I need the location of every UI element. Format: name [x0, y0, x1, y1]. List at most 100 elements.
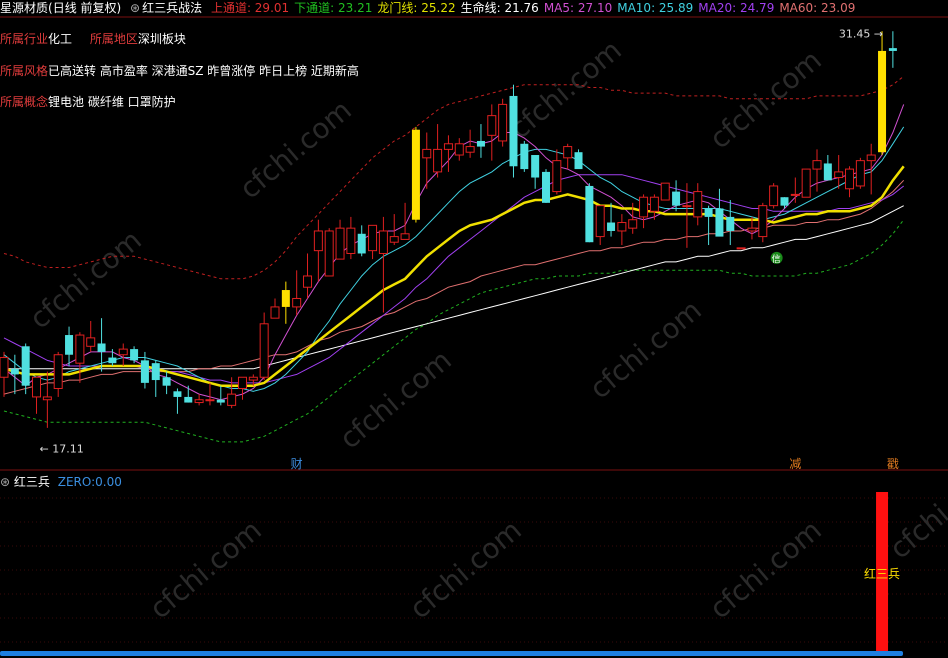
candle[interactable]	[639, 196, 649, 218]
candle[interactable]	[357, 233, 366, 254]
candle[interactable]	[585, 185, 594, 243]
candle[interactable]	[574, 152, 583, 170]
candle[interactable]	[563, 146, 573, 159]
candle[interactable]	[335, 227, 345, 260]
candle[interactable]	[520, 143, 529, 170]
candle[interactable]	[443, 143, 453, 150]
candle[interactable]	[75, 334, 85, 364]
candle[interactable]	[0, 357, 9, 378]
candle[interactable]	[10, 368, 19, 375]
strategy-toggle-icon[interactable]: ⊛	[130, 1, 140, 15]
candle[interactable]	[130, 349, 139, 361]
candle[interactable]	[823, 163, 832, 181]
candle[interactable]	[682, 205, 692, 208]
candle[interactable]	[531, 155, 540, 178]
style-value[interactable]: 已高送转 高市盈率 深港通SZ 昨曾涨停 昨日上榜 近期新高	[48, 64, 359, 78]
signal-candle[interactable]	[411, 129, 420, 220]
candle[interactable]	[628, 219, 638, 229]
candle[interactable]	[97, 343, 106, 352]
indicator-name[interactable]: 红三兵	[14, 475, 50, 489]
candle[interactable]	[780, 197, 789, 206]
candle[interactable]	[498, 103, 508, 142]
candle[interactable]	[42, 396, 52, 401]
candle[interactable]	[378, 230, 388, 254]
candle[interactable]	[672, 191, 681, 206]
candle[interactable]	[151, 363, 160, 381]
region-value[interactable]: 深圳板块	[138, 32, 186, 46]
candle[interactable]	[237, 376, 247, 389]
candle[interactable]	[140, 360, 149, 383]
candle[interactable]	[736, 247, 746, 250]
candle[interactable]	[184, 396, 193, 403]
candle[interactable]	[747, 227, 757, 232]
watermark-text: cfchi.com	[703, 513, 828, 625]
candle[interactable]	[812, 160, 822, 170]
jian-tag[interactable]: 减	[789, 457, 801, 471]
signal-candle[interactable]	[878, 50, 887, 153]
candle[interactable]	[248, 376, 258, 381]
candle[interactable]	[769, 185, 779, 207]
candle[interactable]	[649, 196, 659, 212]
candle[interactable]	[866, 154, 876, 162]
candle[interactable]	[726, 216, 735, 231]
candle[interactable]	[303, 275, 313, 288]
candle[interactable]	[227, 393, 237, 406]
cai-tag[interactable]: 财	[291, 457, 303, 471]
style-key: 所属风格	[0, 64, 49, 78]
candle[interactable]	[801, 168, 811, 198]
candle[interactable]	[216, 399, 225, 403]
candle[interactable]	[108, 357, 117, 364]
candle[interactable]	[715, 208, 724, 237]
candle[interactable]	[313, 230, 323, 252]
candle[interactable]	[32, 376, 42, 398]
candle[interactable]	[259, 323, 269, 378]
indicator-header: ⊛ 红三兵 ZERO:0.00	[0, 474, 122, 490]
candle[interactable]	[595, 205, 605, 238]
candle[interactable]	[704, 208, 713, 217]
chuo-tag[interactable]: 戳	[887, 457, 899, 471]
indicator-toggle-icon[interactable]: ⊛	[0, 475, 10, 489]
candle[interactable]	[790, 193, 800, 196]
period-label[interactable]: (日线 前复权)	[48, 1, 121, 15]
candle[interactable]	[542, 171, 550, 203]
candle[interactable]	[324, 230, 334, 277]
concept-value[interactable]: 锂电池 碳纤维 口罩防护	[48, 95, 176, 109]
candle[interactable]	[487, 115, 497, 136]
candle[interactable]	[834, 171, 844, 179]
stock-name[interactable]: 星源材质	[0, 1, 48, 15]
candle[interactable]	[292, 297, 302, 308]
candle[interactable]	[552, 160, 562, 193]
candle[interactable]	[607, 222, 616, 231]
candle[interactable]	[617, 222, 627, 232]
candle[interactable]	[660, 182, 670, 201]
candle[interactable]	[21, 346, 30, 386]
candle[interactable]	[454, 143, 464, 156]
candle[interactable]	[86, 337, 96, 347]
strategy-name[interactable]: 红三兵战法	[142, 1, 202, 15]
candle[interactable]	[476, 140, 485, 147]
candle[interactable]	[118, 348, 128, 356]
candle[interactable]	[270, 306, 280, 319]
signal-candle[interactable]	[281, 290, 290, 307]
candle[interactable]	[433, 148, 443, 173]
candle[interactable]	[509, 95, 518, 167]
candle[interactable]	[65, 335, 74, 355]
candle[interactable]	[758, 205, 768, 238]
candle[interactable]	[389, 236, 399, 243]
candle[interactable]	[205, 399, 215, 402]
candle[interactable]	[855, 160, 865, 187]
candle[interactable]	[162, 377, 171, 386]
candle[interactable]	[173, 391, 182, 397]
industry-value[interactable]: 化工	[48, 32, 72, 46]
candle[interactable]	[422, 148, 432, 159]
candle[interactable]	[368, 224, 378, 252]
candle[interactable]	[346, 227, 356, 254]
horizontal-scrollbar[interactable]	[0, 651, 903, 656]
candle[interactable]	[194, 399, 204, 404]
candle[interactable]	[845, 168, 855, 190]
candle[interactable]	[693, 191, 703, 218]
candle[interactable]	[888, 48, 897, 51]
candle[interactable]	[53, 354, 63, 389]
candle[interactable]	[465, 146, 475, 153]
candle[interactable]	[400, 233, 410, 240]
